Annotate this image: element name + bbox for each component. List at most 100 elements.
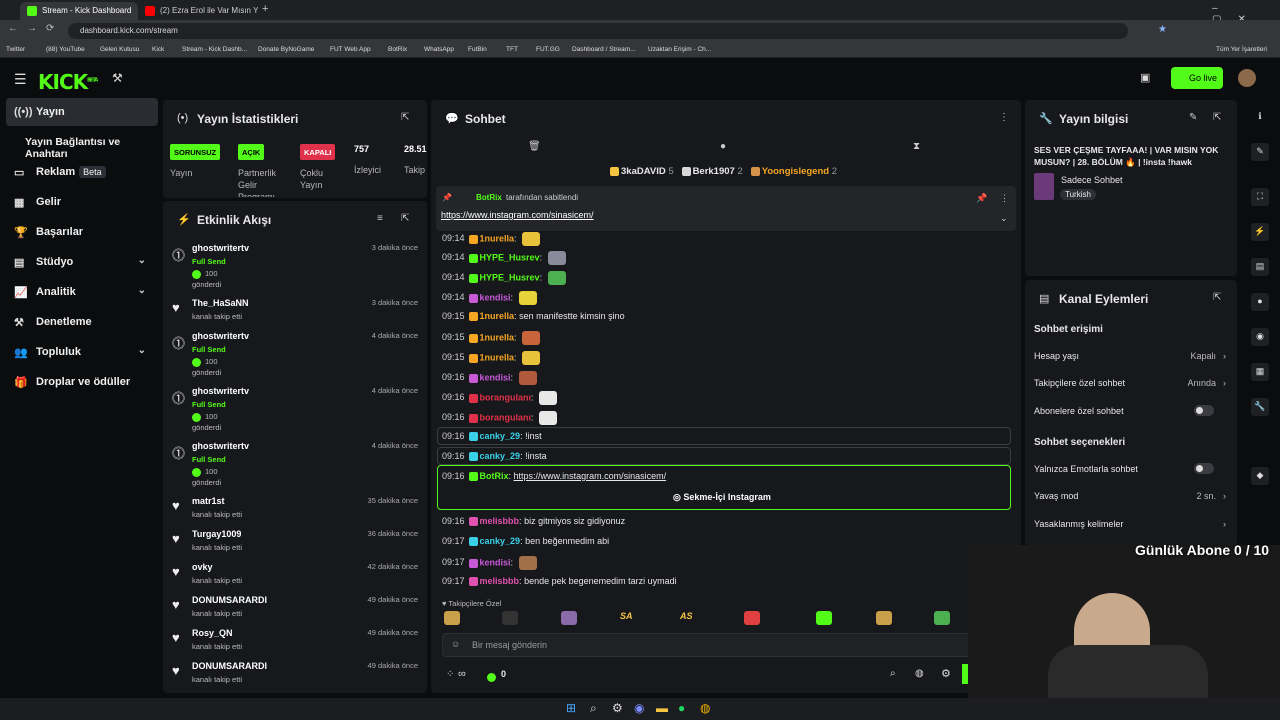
edit-icon[interactable]: ✎ <box>1189 112 1197 123</box>
info-icon[interactable]: ℹ <box>1251 108 1269 126</box>
leaderboard-name[interactable]: Berk1907 <box>693 166 735 177</box>
category-name[interactable]: Sadece Sohbet <box>1061 175 1123 185</box>
banned-words-row[interactable]: Yasaklanmış kelimeler › <box>1034 519 1226 529</box>
hourglass-icon[interactable]: ⧗ <box>913 141 920 152</box>
message-user[interactable]: kendisi <box>480 372 511 382</box>
bookmark[interactable]: Uzaktan Erişim - Ch... <box>648 46 711 53</box>
sidebar-item-yayin[interactable]: ((•)) Yayın <box>6 98 158 126</box>
bookmark[interactable]: FUT.GG <box>536 46 560 53</box>
slow-mode-row[interactable]: Yavaş mod 2 sn. › <box>1034 491 1226 501</box>
browser-tab-active[interactable]: Stream - Kick Dashboard <box>20 2 138 20</box>
activity-event[interactable]: ♥ Rosy_QN 49 dakika önce kanalı takip etti <box>170 628 422 661</box>
activity-event[interactable]: ♥ matr1st 35 dakika önce kanalı takip etti <box>170 496 422 529</box>
kick-logo[interactable]: KICKBETA <box>38 70 98 94</box>
emote-picker-item[interactable] <box>876 611 892 625</box>
bookmark[interactable]: Dashboard / Stream... <box>572 46 636 53</box>
sidebar-item-stream-key[interactable]: Yayın Bağlantısı ve Anahtarı <box>6 128 158 160</box>
emote-picker-item[interactable] <box>934 611 950 625</box>
go-live-button[interactable]: Go live <box>1171 67 1223 89</box>
sidebar-item-topluluk[interactable]: 👥 Topluluk ⌄ <box>6 338 158 366</box>
sidebar-item-studyo[interactable]: ▤ Stüdyo ⌄ <box>6 248 158 276</box>
bookmark[interactable]: BotRix <box>388 46 407 53</box>
pinned-link[interactable]: https://www.instagram.com/sinasicem/ <box>441 210 594 220</box>
gear-icon[interactable]: ⚙ <box>941 667 951 680</box>
activity-event[interactable]: ⓵ ghostwritertv 4 dakika önce Full Send 100 g… <box>170 441 422 496</box>
message-user[interactable]: melisbbb <box>480 516 520 526</box>
message-user[interactable]: borangulanı <box>480 392 532 402</box>
popout-icon[interactable]: ⇱ <box>1213 112 1221 123</box>
account-age-row[interactable]: Hesap yaşı Kapalı › <box>1034 351 1226 361</box>
spotify-icon[interactable]: ● <box>678 701 685 715</box>
chat-icon[interactable]: ● <box>1251 293 1269 311</box>
bookmark[interactable]: Twitter <box>6 46 25 53</box>
message-user[interactable]: BotRix <box>480 471 509 481</box>
avatar[interactable] <box>1238 69 1256 87</box>
bookmark[interactable]: Stream - Kick Dashb... <box>182 46 247 53</box>
activity-event[interactable]: ♥ DONUMSARARDI 49 dakika önce kanalı takip … <box>170 595 422 628</box>
trash-icon[interactable]: 🗑 <box>528 141 541 152</box>
emote-picker-item[interactable] <box>502 611 518 625</box>
sidebar-item-reklam[interactable]: ▭ Reklam Beta <box>6 158 158 186</box>
unpin-icon[interactable]: 📌 <box>976 193 987 204</box>
search-icon[interactable]: ⌕ <box>590 701 597 716</box>
bookmark-star-icon[interactable]: ★ <box>1158 24 1167 35</box>
search-icon[interactable]: ⌕ <box>890 668 896 679</box>
message-user[interactable]: melisbbb <box>480 576 520 586</box>
message-user[interactable]: 1nurella <box>480 352 515 362</box>
folder-icon[interactable]: ▬ <box>656 701 668 715</box>
bookmark[interactable]: WhatsApp <box>424 46 454 53</box>
message-text[interactable]: https://www.instagram.com/sinasicem/ <box>514 471 667 481</box>
hammer-icon[interactable]: ⚒ <box>112 71 123 85</box>
activity-event[interactable]: ♥ Turgay1009 36 dakika önce kanalı takip et… <box>170 529 422 562</box>
document-icon[interactable]: ▤ <box>1251 258 1269 276</box>
chat-input[interactable]: ☺ Bir mesaj gönderin <box>442 633 972 657</box>
sidebar-item-denetleme[interactable]: ⚒ Denetleme <box>6 308 158 336</box>
broadcast-icon[interactable]: ◉ <box>1251 328 1269 346</box>
emote-picker-item[interactable] <box>561 611 577 625</box>
discord-icon[interactable]: ◉ <box>634 701 644 715</box>
instagram-button[interactable]: ◎ Sekme-İçi Instagram <box>673 492 771 503</box>
activity-event[interactable]: ⓵ ghostwritertv 4 dakika önce Full Send 100 g… <box>170 331 422 386</box>
lightning-icon[interactable]: ⚡ <box>1251 223 1269 241</box>
message-user[interactable]: borangulanı <box>480 412 532 422</box>
message-user[interactable]: 1nurella <box>480 311 515 321</box>
activity-event[interactable]: ♥ The_HaSaNN 3 dakika önce kanalı takip ett… <box>170 298 422 331</box>
more-icon[interactable]: ⋮ <box>1000 193 1009 204</box>
popout-icon[interactable]: ⇱ <box>401 112 409 123</box>
message-user[interactable]: kendisi <box>480 557 511 567</box>
windows-start-icon[interactable]: ⊞ <box>566 701 576 715</box>
grid-icon[interactable]: ▦ <box>1251 363 1269 381</box>
activity-event[interactable]: ⓵ ghostwritertv 4 dakika önce Full Send 100 g… <box>170 386 422 441</box>
message-user[interactable]: 1nurella <box>480 233 515 243</box>
chat-bubble-icon[interactable]: ● <box>720 141 726 152</box>
message-user[interactable]: 1nurella <box>480 332 515 342</box>
followers-only-row[interactable]: Takipçilere özel sohbet Anında › <box>1034 378 1226 388</box>
emote-picker-item[interactable] <box>744 611 760 625</box>
menu-icon[interactable]: ☰ <box>14 71 27 88</box>
emote-picker-item[interactable]: AS <box>680 611 696 625</box>
sidebar-item-gelir[interactable]: ▦ Gelir <box>6 188 158 216</box>
browser-tab[interactable]: (2) Ezra Erol ile Var Mısın Yok M <box>138 2 258 20</box>
settings-icon[interactable]: ⚙ <box>612 701 623 715</box>
leaderboard-name[interactable]: 3kaDAVID <box>621 166 666 177</box>
bookmark[interactable]: FutBin <box>468 46 487 53</box>
sidebar-item-analitik[interactable]: 📈 Analitik ⌄ <box>6 278 158 306</box>
leaderboard-name[interactable]: Yoongislegend <box>762 166 829 177</box>
bookmark[interactable]: (88) YouTube <box>46 46 85 53</box>
emote-picker-item[interactable] <box>444 611 460 625</box>
bookmark[interactable]: Gelen Kutusu <box>100 46 139 53</box>
activity-event[interactable]: ♥ ovky 42 dakika önce kanalı takip etti <box>170 562 422 595</box>
emote-picker-item[interactable] <box>816 611 832 625</box>
message-user[interactable]: canky_29 <box>480 431 521 441</box>
url-field[interactable]: dashboard.kick.com/stream <box>68 23 1128 39</box>
pin-icon[interactable]: ◆ <box>1251 467 1269 485</box>
chevron-down-icon[interactable]: ⌄ <box>1000 213 1008 224</box>
emoji-icon[interactable]: ☺ <box>451 639 460 649</box>
popout-icon[interactable]: ⇱ <box>401 213 409 224</box>
fullscreen-icon[interactable]: ⛶ <box>1251 188 1269 206</box>
activity-event[interactable]: ⓵ ghostwritertv 3 dakika önce Full Send 100 g… <box>170 243 422 298</box>
sidebar-item-droplar[interactable]: 🎁 Droplar ve ödüller <box>6 368 158 396</box>
nav-buttons-icon[interactable]: ←→⟳ <box>8 23 63 34</box>
bookmark[interactable]: FUT Web App <box>330 46 371 53</box>
edit-icon[interactable]: ✎ <box>1251 143 1269 161</box>
